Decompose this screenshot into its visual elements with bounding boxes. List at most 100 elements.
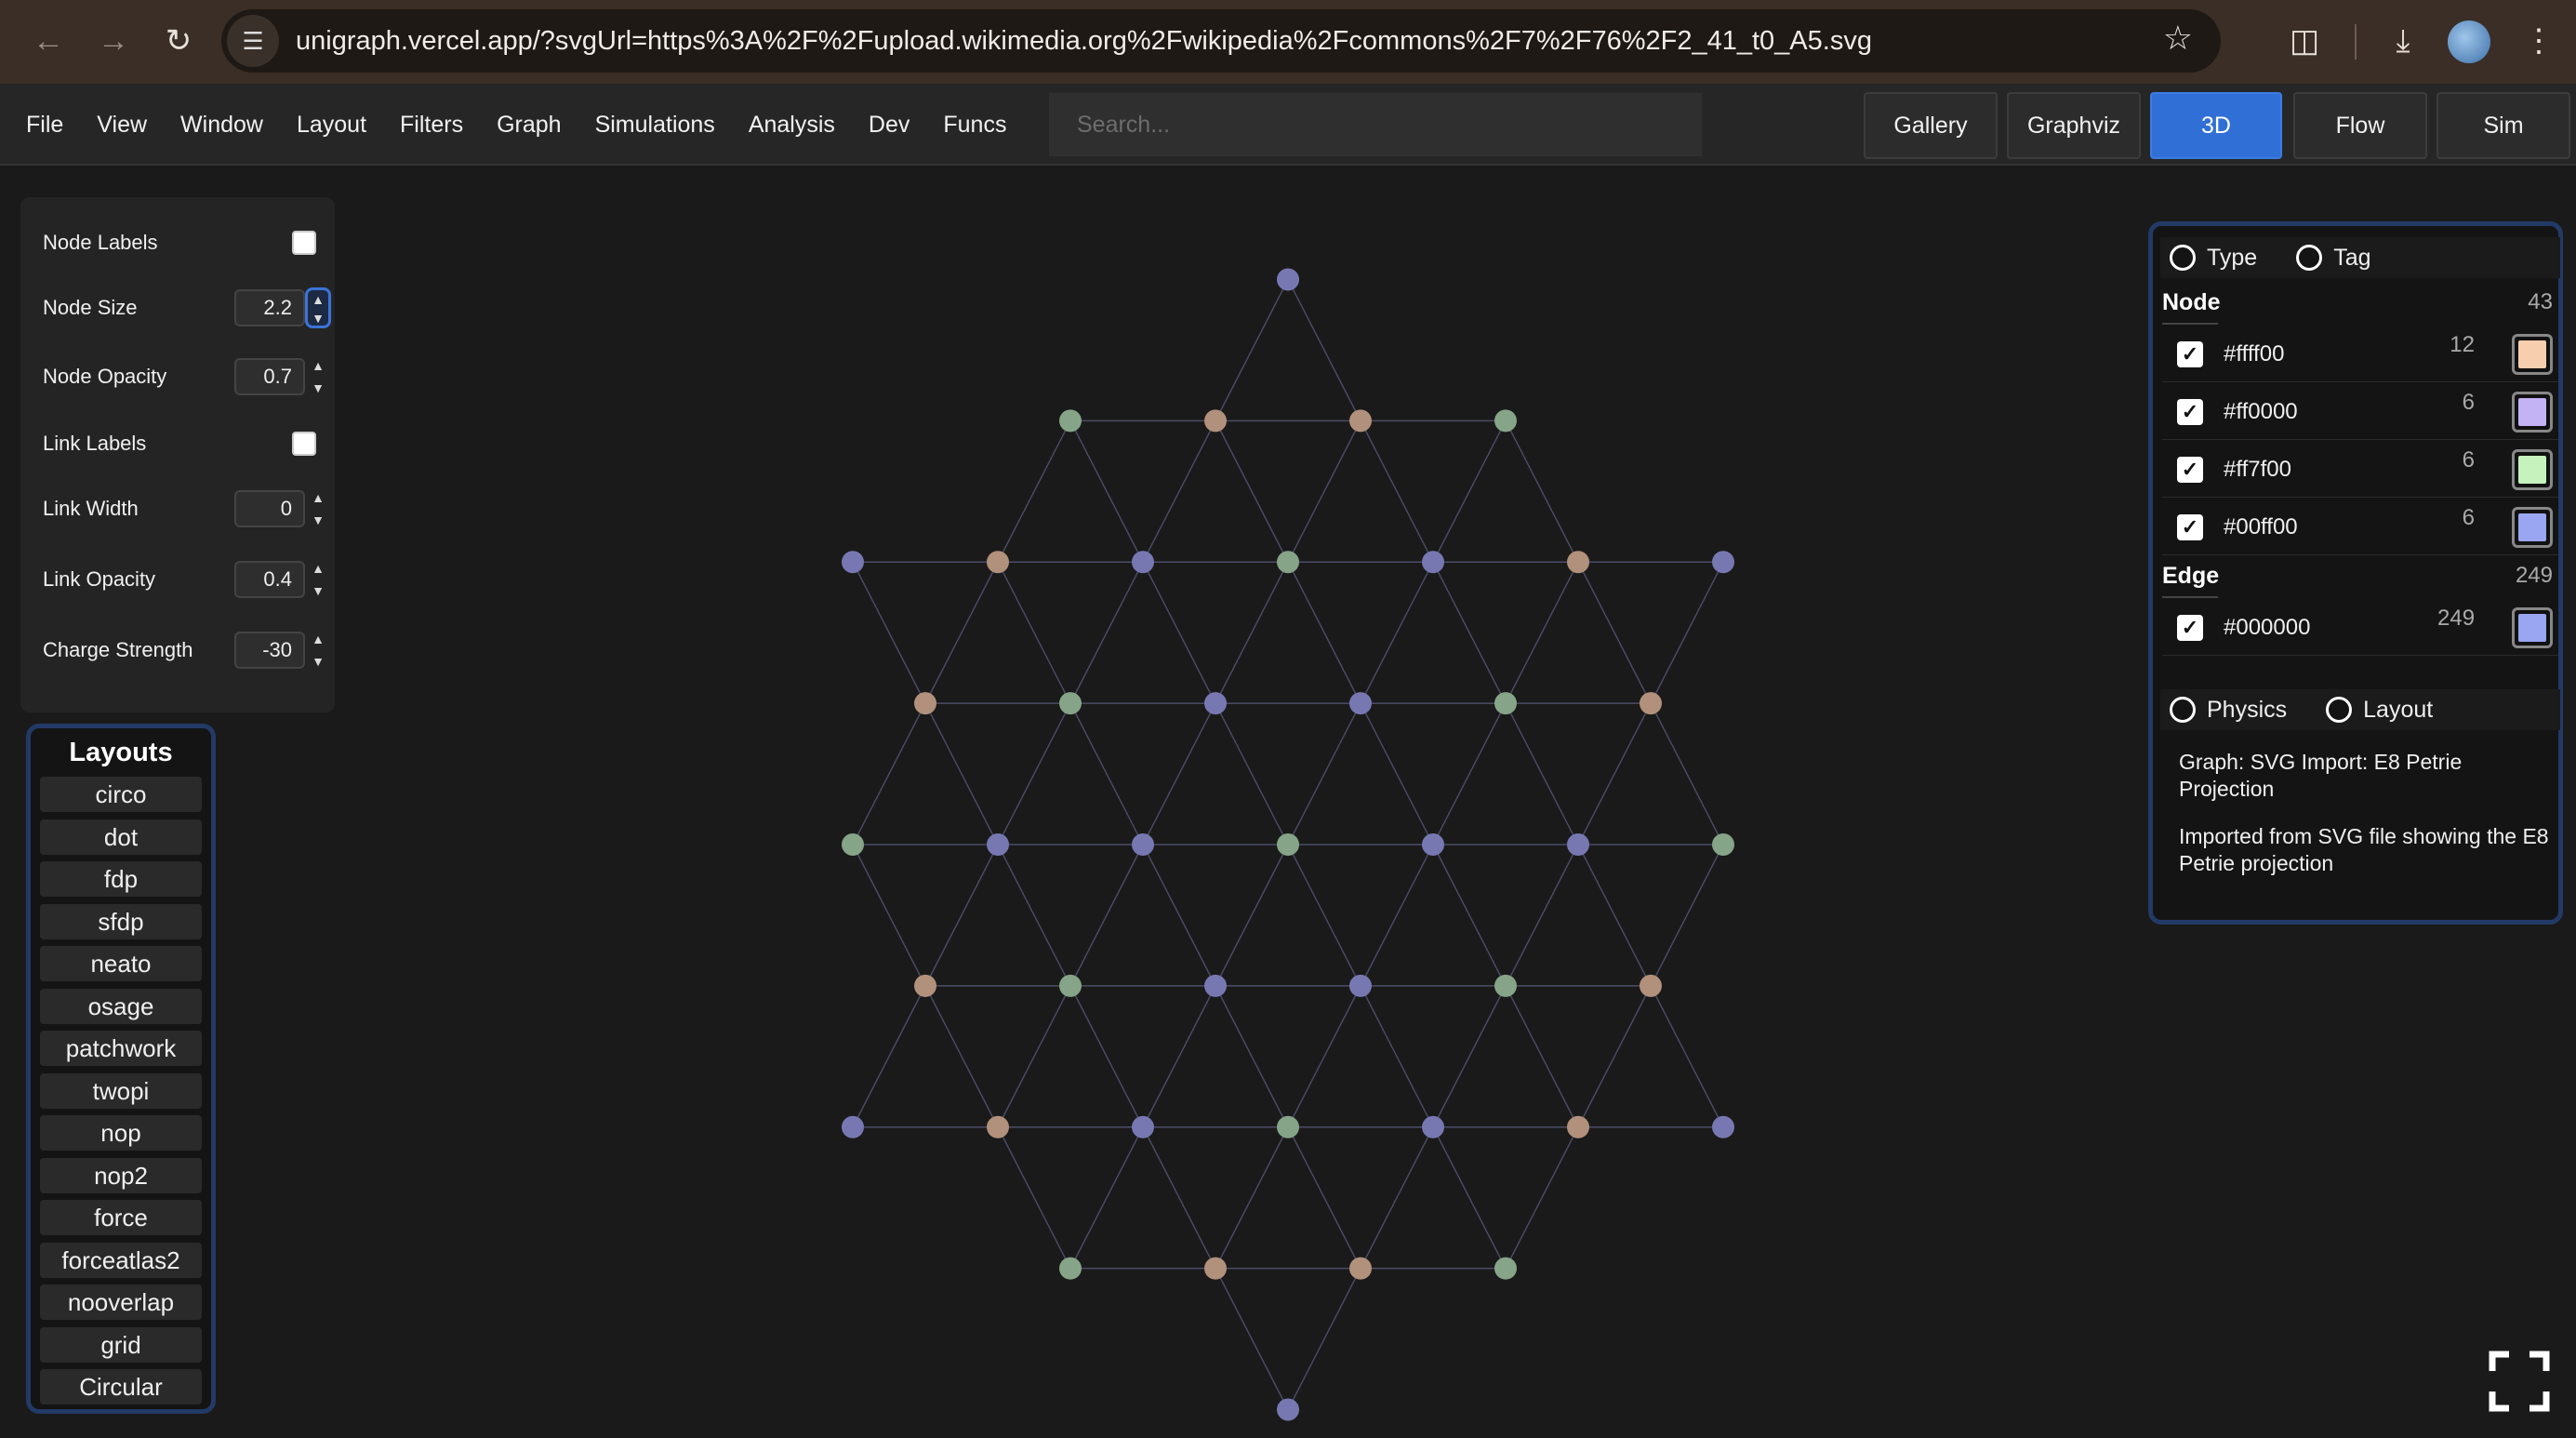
node-labels-checkbox[interactable]: [292, 231, 316, 255]
radio-tag[interactable]: [2296, 245, 2323, 271]
stepper-up-icon[interactable]: ▲: [312, 356, 325, 375]
stepper-up-icon[interactable]: ▲: [312, 290, 325, 309]
charge-strength-stepper[interactable]: ▲ ▼: [305, 630, 331, 671]
menu-filters[interactable]: Filters: [383, 112, 480, 139]
stepper-down-icon[interactable]: ▼: [312, 581, 325, 600]
edge-type-checkbox[interactable]: ✓: [2177, 614, 2203, 641]
graph-node[interactable]: [1422, 551, 1444, 574]
graph-node[interactable]: [987, 551, 1009, 574]
graph-node[interactable]: [1059, 692, 1082, 715]
layout-button-twopi[interactable]: twopi: [40, 1072, 202, 1109]
graph-node[interactable]: [1204, 1257, 1227, 1280]
menu-graph[interactable]: Graph: [480, 112, 578, 139]
layout-button-dot[interactable]: dot: [40, 819, 202, 855]
address-bar[interactable]: ☰ unigraph.vercel.app/?svgUrl=https%3A%2…: [221, 9, 2221, 73]
tab-flow[interactable]: Flow: [2293, 92, 2427, 159]
link-width-input[interactable]: 0: [234, 490, 305, 527]
graph-node[interactable]: [1349, 974, 1372, 997]
node-color-swatch[interactable]: [2512, 391, 2553, 433]
edge-color-swatch[interactable]: [2512, 606, 2553, 648]
radio-layout[interactable]: [2326, 697, 2353, 723]
bookmark-star-icon[interactable]: ☆: [2163, 19, 2193, 58]
node-type-checkbox[interactable]: ✓: [2177, 398, 2203, 425]
link-opacity-input[interactable]: 0.4: [234, 561, 305, 598]
graph-node[interactable]: [1494, 409, 1517, 433]
layout-button-sfdp[interactable]: sfdp: [40, 903, 202, 939]
extensions-icon[interactable]: ◫: [2277, 13, 2332, 69]
node-opacity-input[interactable]: 0.7: [234, 358, 305, 395]
graph-node[interactable]: [1349, 692, 1372, 715]
graph-node[interactable]: [1277, 833, 1299, 856]
tab-3d[interactable]: 3D: [2150, 92, 2282, 159]
back-icon[interactable]: ←: [20, 13, 76, 69]
graph-node[interactable]: [1059, 1257, 1082, 1280]
graph-node[interactable]: [1567, 551, 1589, 574]
menu-file[interactable]: File: [9, 112, 80, 139]
node-type-checkbox[interactable]: ✓: [2177, 513, 2203, 540]
graph-node[interactable]: [987, 1115, 1009, 1138]
tab-sim[interactable]: Sim: [2437, 92, 2570, 159]
graph-node[interactable]: [1132, 833, 1154, 856]
graph-node[interactable]: [1277, 268, 1299, 291]
layout-button-nooverlap[interactable]: nooverlap: [40, 1285, 202, 1320]
layout-button-circo[interactable]: circo: [40, 777, 202, 812]
node-color-swatch[interactable]: [2512, 333, 2553, 375]
node-opacity-stepper[interactable]: ▲ ▼: [305, 356, 331, 397]
graph-node[interactable]: [1132, 1115, 1154, 1138]
stepper-down-icon[interactable]: ▼: [312, 511, 325, 529]
menu-analysis[interactable]: Analysis: [732, 112, 852, 139]
graph-node[interactable]: [1712, 551, 1734, 574]
graph-node[interactable]: [1494, 692, 1517, 715]
more-menu-icon[interactable]: ⋮: [2511, 13, 2567, 69]
tab-graphviz[interactable]: Graphviz: [2007, 92, 2141, 159]
graph-node[interactable]: [1640, 692, 1662, 715]
layout-button-circular[interactable]: Circular: [40, 1369, 202, 1405]
forward-icon[interactable]: →: [86, 13, 141, 69]
graph-node[interactable]: [1277, 1115, 1299, 1138]
layout-button-force[interactable]: force: [40, 1200, 202, 1235]
search-input[interactable]: [1049, 93, 1702, 156]
graph-node[interactable]: [1422, 833, 1444, 856]
layout-button-forceatlas2[interactable]: forceatlas2: [40, 1242, 202, 1278]
profile-avatar[interactable]: [2448, 20, 2490, 63]
graph-node[interactable]: [1132, 551, 1154, 574]
graph-node[interactable]: [1277, 1398, 1299, 1421]
url-text[interactable]: unigraph.vercel.app/?svgUrl=https%3A%2F%…: [296, 26, 1872, 57]
graph-node[interactable]: [1204, 974, 1227, 997]
stepper-down-icon[interactable]: ▼: [312, 309, 325, 327]
graph-node[interactable]: [1640, 974, 1662, 997]
graph-node[interactable]: [1349, 1257, 1372, 1280]
tab-gallery[interactable]: Gallery: [1864, 92, 1998, 159]
layout-button-patchwork[interactable]: patchwork: [40, 1031, 202, 1066]
link-opacity-stepper[interactable]: ▲ ▼: [305, 559, 331, 600]
graph-node[interactable]: [842, 551, 864, 574]
graph-node[interactable]: [1422, 1115, 1444, 1138]
link-width-stepper[interactable]: ▲ ▼: [305, 488, 331, 529]
graph-node[interactable]: [842, 1115, 864, 1138]
layout-button-grid[interactable]: grid: [40, 1326, 202, 1363]
graph-node[interactable]: [1494, 974, 1517, 997]
graph-node[interactable]: [1349, 409, 1372, 433]
graph-node[interactable]: [1277, 551, 1299, 574]
menu-dev[interactable]: Dev: [852, 112, 926, 139]
radio-type[interactable]: [2170, 245, 2196, 271]
graph-node[interactable]: [1204, 409, 1227, 433]
stepper-up-icon[interactable]: ▲: [312, 630, 325, 648]
stepper-up-icon[interactable]: ▲: [312, 559, 325, 578]
download-icon[interactable]: ⤓: [2375, 13, 2431, 69]
stepper-down-icon[interactable]: ▼: [312, 652, 325, 671]
menu-view[interactable]: View: [80, 112, 164, 139]
link-labels-checkbox[interactable]: [292, 432, 316, 456]
stepper-down-icon[interactable]: ▼: [312, 379, 325, 397]
menu-window[interactable]: Window: [164, 112, 280, 139]
graph-node[interactable]: [842, 833, 864, 856]
node-type-checkbox[interactable]: ✓: [2177, 340, 2203, 367]
graph-node[interactable]: [1494, 1257, 1517, 1280]
graph-node[interactable]: [1204, 692, 1227, 715]
graph-node[interactable]: [914, 974, 936, 997]
site-settings-icon[interactable]: ☰: [227, 15, 279, 67]
node-color-swatch[interactable]: [2512, 506, 2553, 548]
graph-node[interactable]: [1567, 833, 1589, 856]
layout-button-fdp[interactable]: fdp: [40, 861, 202, 897]
charge-strength-input[interactable]: -30: [234, 632, 305, 669]
